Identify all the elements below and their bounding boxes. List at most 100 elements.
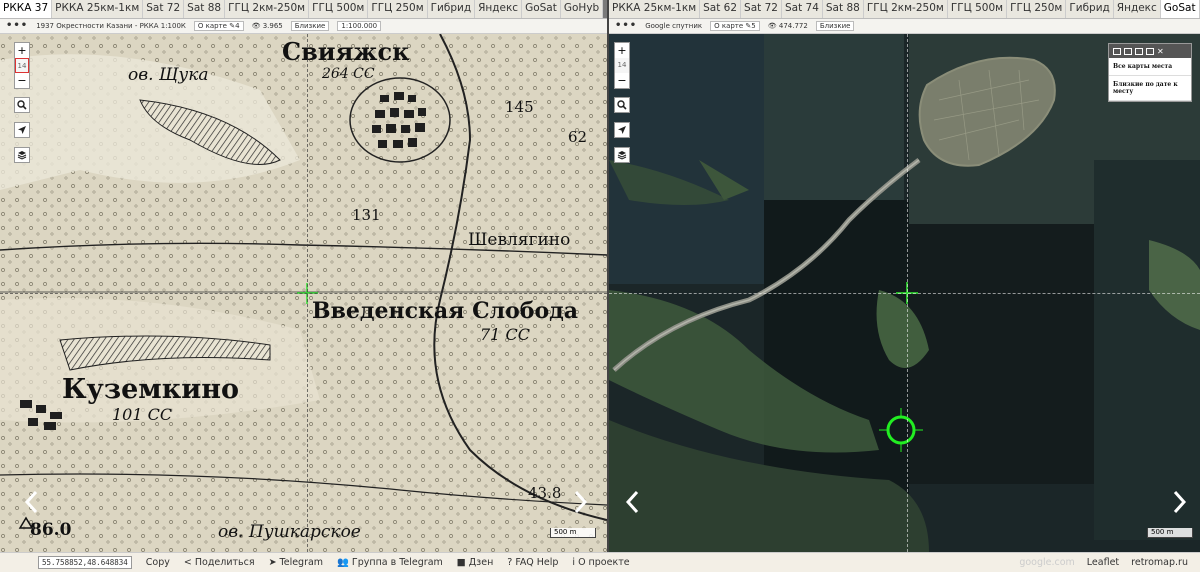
views-count: 👁 474.772 [767,22,808,30]
copy-button[interactable]: Copy [146,557,170,568]
zoom-level: 14 [15,58,29,73]
layer-tab[interactable]: ГГЦ 500м [947,0,1008,18]
label-264cc: 264 СС [321,66,375,82]
share-button[interactable]: < Поделиться [184,557,255,568]
layer-tab[interactable]: GoSat [1160,0,1200,18]
layer-tab[interactable]: ГГЦ 250м [368,0,428,18]
label-sviyazhsk: Свияжск [282,37,410,66]
dzen-link[interactable]: ■ Дзен [457,557,494,568]
more-layers-tab[interactable]: Ещё... [603,0,607,18]
zoom-out-button[interactable]: − [615,73,629,88]
telegram-icon: ➤ [268,557,277,568]
telegram-group-link[interactable]: 👥 Группа в Telegram [337,557,443,568]
about-link[interactable]: iО проекте [572,557,629,568]
label-43-8: 43.8 [528,484,561,502]
label-86: 86.0 [30,520,72,540]
zoom-out-button[interactable]: − [15,73,29,88]
info-icon: i [572,557,576,568]
left-zoom-control: + 14 − [14,42,30,89]
coordinates-field[interactable]: 55.758852,48.648834 [38,556,132,569]
leaflet-link[interactable]: Leaflet [1087,557,1119,568]
views-count: 👁 3.965 [251,22,283,30]
nearby-by-date-link[interactable]: Близкие по дате к месту [1109,76,1191,101]
layer-tab[interactable]: Гибрид [427,0,476,18]
layer-tab[interactable]: GoSat [522,0,561,18]
right-scale-bar: 500 m [1147,528,1193,538]
map-title: Google спутник [645,22,703,30]
label-vvedenskaya: Введенская Слобода [312,298,578,324]
left-map-info: ••• 1937 Окрестности Казани - РККА 1:100… [0,19,607,34]
previous-map-arrow-icon[interactable] [24,490,40,514]
group-icon: 👥 [337,557,349,568]
crosshair-horizontal [609,293,1200,294]
nearby-button[interactable]: Близкие [815,21,855,31]
layer-tab[interactable]: GoHyb [560,0,604,18]
layers-icon[interactable] [14,147,30,163]
layer-tab[interactable]: Гибрид [1066,0,1114,18]
locate-icon[interactable] [614,122,630,138]
previous-map-arrow-icon[interactable] [625,490,641,514]
layer-tab[interactable]: Sat 72 [741,0,782,18]
about-map-button[interactable]: О карте ✎5 [710,21,760,31]
label-shevlyagino: Шевлягино [468,230,570,250]
layer-tab[interactable]: ГГЦ 2км-250м [225,0,310,18]
nearby-button[interactable]: Близкие [290,21,330,31]
map-title: 1937 Окрестности Казани - РККА 1:100К [36,22,186,30]
retromap-app: РККА 37 РККА 25км-1км Sat 72 Sat 88 ГГЦ 2км-… [0,0,1200,572]
dzen-icon: ■ [456,557,466,568]
layer-tab[interactable]: ГГЦ 2км-250м [863,0,948,18]
layer-tab[interactable]: РККА 25км-1км [52,0,144,18]
search-icon[interactable] [614,97,630,113]
right-layer-tabs: РККА 25км-1км Sat 62 Sat 72 Sat 74 Sat 88 ГГЦ… [609,0,1200,19]
menu-dots-icon[interactable]: ••• [6,21,28,31]
layer-tab[interactable]: РККА 25км-1км [609,0,701,18]
faq-link[interactable]: ? FAQ Help [507,557,558,568]
close-panel-icon[interactable]: ✕ [1157,47,1165,55]
next-map-arrow-icon[interactable] [572,490,588,514]
menu-dots-icon[interactable]: ••• [615,21,637,31]
zoom-in-button[interactable]: + [615,43,629,58]
label-71cc: 71 СС [480,325,530,344]
topographic-map[interactable]: Свияжск 264 СС ов. Щука Шевлягино Введен… [0,0,607,552]
label-shchuka: ов. Щука [128,65,208,85]
map-side-panel: ✕ Все карты места Близкие по дате к мест… [1108,43,1192,102]
left-map-pane[interactable]: РККА 37 РККА 25км-1км Sat 72 Sat 88 ГГЦ 2км-… [0,0,607,552]
locate-icon[interactable] [14,122,30,138]
list-view-icon[interactable] [1113,47,1121,55]
telegram-link[interactable]: ➤ Telegram [269,557,324,568]
map-scale-label: 1:100.000 [337,21,382,31]
window-view-icon[interactable] [1146,47,1154,55]
right-map-pane[interactable]: РККА 25км-1км Sat 62 Sat 72 Sat 74 Sat 88 ГГЦ… [609,0,1200,552]
layer-tab[interactable]: Sat 72 [143,0,185,18]
all-maps-link[interactable]: Все карты места [1109,58,1191,76]
site-link[interactable]: retromap.ru [1131,557,1188,568]
layers-icon[interactable] [614,147,630,163]
layer-tab[interactable]: Sat 88 [184,0,226,18]
layer-tab[interactable]: Яндекс [1113,0,1161,18]
label-131: 131 [352,206,381,224]
layer-tab[interactable]: Sat 62 [700,0,742,18]
crosshair-horizontal [0,293,607,294]
share-icon: < [183,557,192,568]
right-zoom-control: + 14 − [614,42,630,89]
about-map-button[interactable]: О карте ✎4 [193,21,244,31]
layer-tab[interactable]: Яндекс [475,0,523,18]
split-view-icon[interactable] [1135,47,1143,55]
left-scale-bar: 500 m [550,528,596,538]
layer-tab[interactable]: РККА 37 [0,0,53,18]
label-kuzemkino: Куземкино [62,374,239,405]
question-icon: ? [507,557,513,568]
zoom-in-button[interactable]: + [15,43,29,58]
search-icon[interactable] [14,97,30,113]
zoom-level: 14 [615,58,629,73]
layer-tab[interactable]: Sat 88 [822,0,864,18]
image-view-icon[interactable] [1124,47,1132,55]
panel-toolbar: ✕ [1109,44,1191,58]
layer-tab[interactable]: Sat 74 [781,0,823,18]
layer-tab[interactable]: ГГЦ 250м [1007,0,1067,18]
label-101cc: 101 СС [112,405,172,424]
label-pushkarskoe: ов. Пушкарское [218,522,361,542]
next-map-arrow-icon[interactable] [1171,490,1187,514]
layer-tab[interactable]: ГГЦ 500м [309,0,369,18]
right-map-info: ••• Google спутник О карте ✎5 👁 474.772 … [609,19,1200,34]
